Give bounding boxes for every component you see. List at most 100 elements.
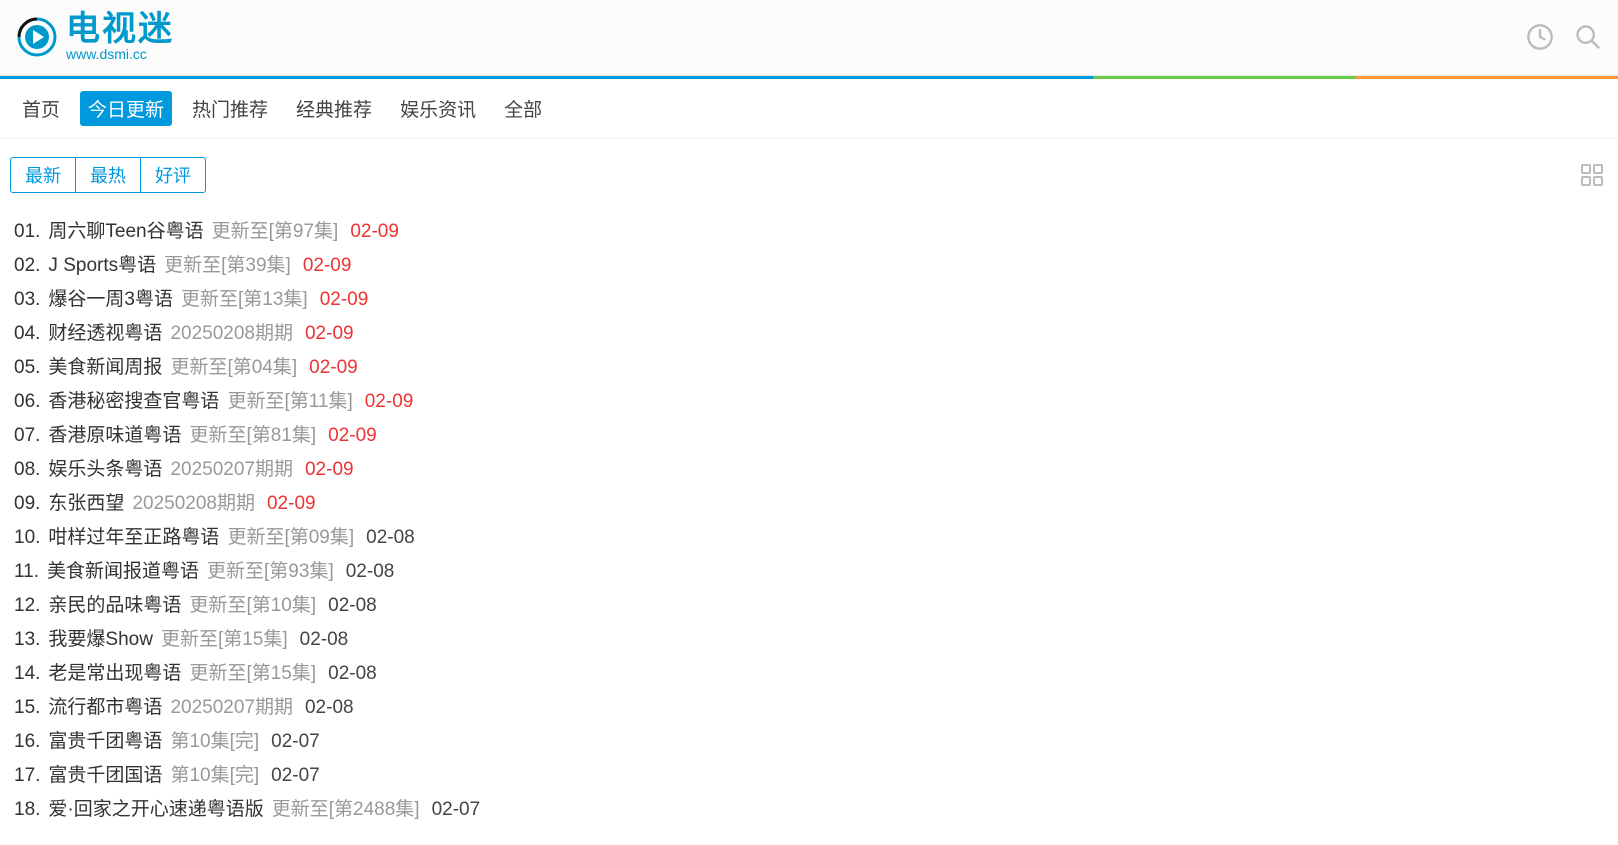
list-item: 04.财经透视粤语20250208期期02-09	[14, 317, 1604, 351]
list-item-date: 02-08	[305, 691, 354, 725]
list-item-status: 更新至[第04集]	[170, 351, 297, 385]
accent-divider	[0, 76, 1618, 79]
filter-tab[interactable]: 最新	[11, 158, 75, 192]
nav-item[interactable]: 经典推荐	[288, 91, 380, 126]
list-item-status: 更新至[第81集]	[189, 419, 316, 453]
list-item-status: 更新至[第2488集]	[272, 793, 420, 827]
list-item: 17. 富贵千团国语第10集[完] 02-07	[14, 759, 1604, 793]
list-item-title[interactable]: 香港秘密搜查官粤语	[48, 385, 219, 419]
nav-item[interactable]: 全部	[496, 91, 550, 126]
list-item: 18.爱·回家之开心速递粤语版更新至[第2488集]02-07	[14, 793, 1604, 827]
nav-item[interactable]: 娱乐资讯	[392, 91, 484, 126]
list-item-number: 17.	[14, 759, 40, 793]
list-item-number: 12.	[14, 589, 40, 623]
list-item-status: 20250207期期	[170, 453, 293, 487]
list-item-date: 02-07	[432, 793, 481, 827]
list-item-number: 15.	[14, 691, 40, 725]
grid-view-icon[interactable]	[1580, 163, 1604, 187]
list-item-title[interactable]: 我要爆Show	[48, 623, 153, 657]
list-item-status: 更新至[第09集]	[227, 521, 354, 555]
list-item-status: 更新至[第10集]	[189, 589, 316, 623]
list-item-status: 第10集[完]	[170, 725, 259, 759]
list-item-date: 02-08	[328, 589, 377, 623]
search-icon[interactable]	[1574, 23, 1602, 51]
list-item-date: 02-09	[320, 283, 369, 317]
list-item-status: 更新至[第11集]	[227, 385, 352, 419]
list-item-title[interactable]: 富贵千团国语	[48, 759, 162, 793]
list-item-status: 更新至[第39集]	[164, 249, 291, 283]
list-item-status: 更新至[第15集]	[189, 657, 316, 691]
list-item-date: 02-09	[267, 487, 316, 521]
main-nav: 首页今日更新热门推荐经典推荐娱乐资讯全部	[0, 79, 1618, 139]
list-item: 11.美食新闻报道粤语更新至[第93集]02-08	[14, 555, 1604, 589]
list-item-status: 20250208期期	[132, 487, 255, 521]
list-item-title[interactable]: 爆谷一周3粤语	[48, 283, 173, 317]
list-item-number: 09.	[14, 487, 40, 521]
list-item-date: 02-08	[300, 623, 349, 657]
list-item-date: 02-09	[303, 249, 352, 283]
list-item-title[interactable]: 流行都市粤语	[48, 691, 162, 725]
list-item-date: 02-08	[328, 657, 377, 691]
list-item: 10. 咁样过年至正路粤语更新至[第09集] 02-08	[14, 521, 1604, 555]
list-item-title[interactable]: 美食新闻周报	[48, 351, 162, 385]
list-item-number: 07.	[14, 419, 40, 453]
list-item: 05. 美食新闻周报更新至[第04集] 02-09	[14, 351, 1604, 385]
nav-item[interactable]: 今日更新	[80, 91, 172, 126]
list-item: 08.娱乐头条粤语20250207期期02-09	[14, 453, 1604, 487]
list-item-number: 02.	[14, 249, 40, 283]
list-item: 06. 香港秘密搜查官粤语更新至[第11集] 02-09	[14, 385, 1604, 419]
list-item-number: 03.	[14, 283, 40, 317]
list-item-number: 11.	[14, 555, 39, 589]
sort-filter-tabs: 最新最热好评	[10, 157, 206, 193]
list-item-title[interactable]: J Sports粤语	[48, 249, 156, 283]
list-item-title[interactable]: 香港原味道粤语	[48, 419, 181, 453]
play-logo-icon	[16, 16, 58, 58]
history-icon[interactable]	[1526, 23, 1554, 51]
list-item-title[interactable]: 美食新闻报道粤语	[47, 555, 199, 589]
list-item-title[interactable]: 爱·回家之开心速递粤语版	[48, 793, 263, 827]
list-item: 07. 香港原味道粤语更新至[第81集] 02-09	[14, 419, 1604, 453]
nav-item[interactable]: 热门推荐	[184, 91, 276, 126]
list-item-number: 06.	[14, 385, 40, 419]
list-item-date: 02-09	[365, 385, 414, 419]
list-item-title[interactable]: 老是常出现粤语	[48, 657, 181, 691]
list-item-number: 01.	[14, 215, 40, 249]
list-item-date: 02-08	[366, 521, 415, 555]
list-item-number: 13.	[14, 623, 40, 657]
list-item-title[interactable]: 咁样过年至正路粤语	[48, 521, 219, 555]
list-item-number: 16.	[14, 725, 40, 759]
list-item-date: 02-08	[346, 555, 395, 589]
site-url: www.dsmi.cc	[66, 46, 174, 63]
list-item-title[interactable]: 富贵千团粤语	[48, 725, 162, 759]
list-item-date: 02-09	[309, 351, 358, 385]
list-item-date: 02-09	[350, 215, 399, 249]
list-item: 02. J Sports粤语更新至[第39集] 02-09	[14, 249, 1604, 283]
list-item-date: 02-09	[328, 419, 377, 453]
list-item: 01. 周六聊Teen谷粤语更新至[第97集] 02-09	[14, 215, 1604, 249]
list-item: 09. 东张西望20250208期期 02-09	[14, 487, 1604, 521]
filter-tab[interactable]: 最热	[75, 158, 140, 192]
list-item-date: 02-09	[305, 317, 354, 351]
list-item-status: 20250208期期	[170, 317, 293, 351]
list-item-date: 02-07	[271, 759, 320, 793]
list-item: 03.爆谷一周3粤语更新至[第13集]02-09	[14, 283, 1604, 317]
nav-item[interactable]: 首页	[14, 91, 68, 126]
list-item-title[interactable]: 娱乐头条粤语	[48, 453, 162, 487]
list-item: 12. 亲民的品味粤语更新至[第10集] 02-08	[14, 589, 1604, 623]
list-item-title[interactable]: 周六聊Teen谷粤语	[48, 215, 203, 249]
update-list: 01.周六聊Teen谷粤语更新至[第97集]02-0902.J Sports粤语…	[0, 207, 1618, 835]
list-item: 15. 流行都市粤语20250207期期 02-08	[14, 691, 1604, 725]
list-item-number: 14.	[14, 657, 40, 691]
site-logo[interactable]: 电视迷 www.dsmi.cc	[16, 12, 174, 63]
list-item-status: 更新至[第97集]	[212, 215, 339, 249]
site-name: 电视迷	[66, 12, 174, 46]
list-item-number: 05.	[14, 351, 40, 385]
list-item-title[interactable]: 亲民的品味粤语	[48, 589, 181, 623]
list-item-number: 10.	[14, 521, 40, 555]
list-item-title[interactable]: 东张西望	[48, 487, 124, 521]
site-header: 电视迷 www.dsmi.cc	[0, 0, 1618, 76]
list-item-status: 第10集[完]	[170, 759, 259, 793]
filter-tab[interactable]: 好评	[140, 158, 205, 192]
list-item-status: 20250207期期	[170, 691, 293, 725]
list-item-title[interactable]: 财经透视粤语	[48, 317, 162, 351]
